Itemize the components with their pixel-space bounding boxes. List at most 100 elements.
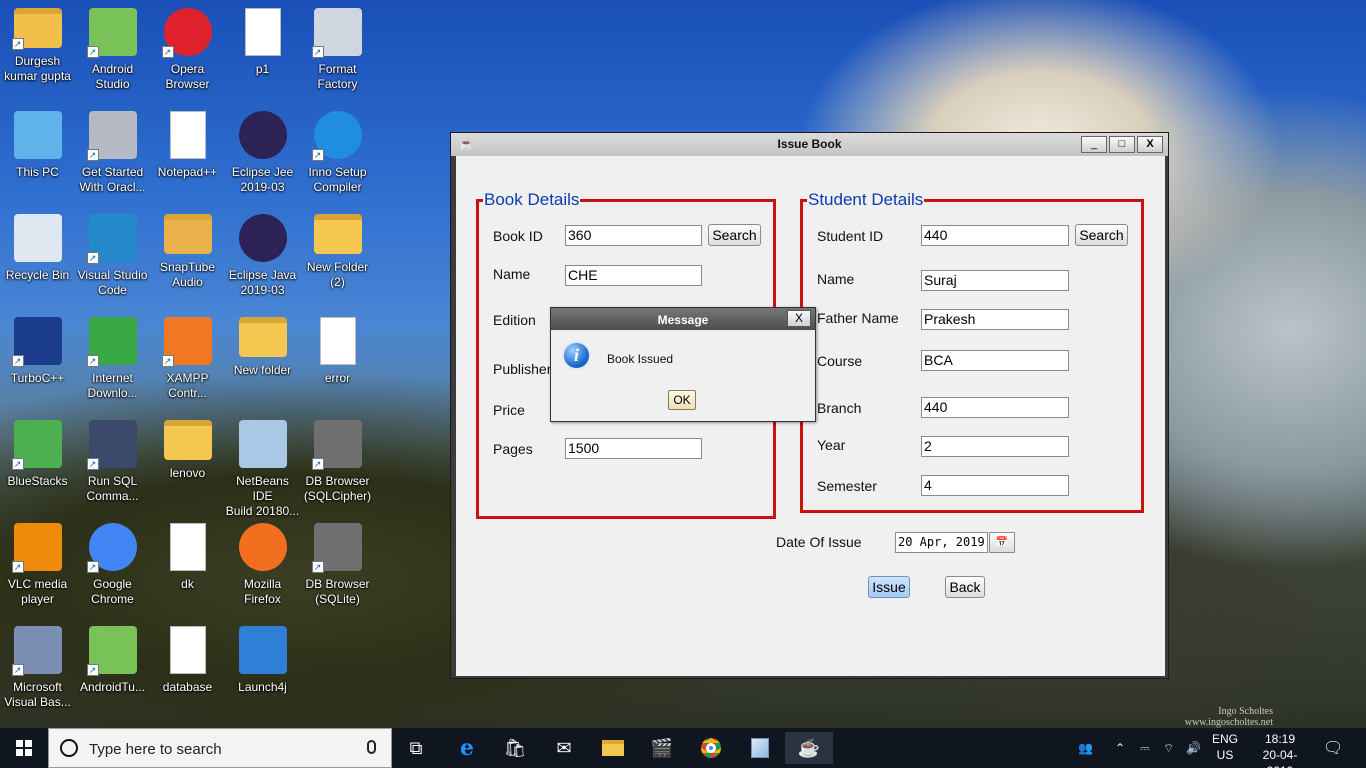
- issue-button[interactable]: Issue: [868, 576, 910, 598]
- desktop-icon[interactable]: This PC: [0, 111, 75, 180]
- desktop-icon-label: Eclipse Jee 2019-03: [231, 165, 294, 194]
- desktop-icon[interactable]: Launch4j: [225, 626, 300, 695]
- shortcut-arrow-icon: ↗: [86, 252, 99, 264]
- desktop-icon-label: Launch4j: [238, 680, 287, 694]
- wifi-icon[interactable]: ⌔: [1163, 728, 1174, 768]
- taskbar-search-box[interactable]: Type here to search: [48, 728, 392, 768]
- student-search-button[interactable]: Search: [1075, 224, 1128, 246]
- shortcut-arrow-icon: ↗: [11, 355, 24, 367]
- book-details-legend: Book Details: [483, 190, 581, 210]
- desktop-icon[interactable]: ↗ Inno Setup Compiler: [300, 111, 375, 195]
- desktop-icon[interactable]: New Folder (2): [300, 214, 375, 290]
- search-icon: [60, 739, 78, 757]
- show-hidden-icons-chevron-icon[interactable]: ⌃: [1115, 728, 1125, 768]
- desktop-icon-label: Notepad++: [157, 165, 218, 179]
- desktop-icon-label: dk: [181, 577, 194, 591]
- student-id-field[interactable]: 440: [921, 225, 1069, 246]
- desktop-icon-label: TurboC++: [10, 371, 65, 385]
- taskbar-store[interactable]: 🛍: [491, 732, 539, 764]
- taskbar-movies[interactable]: 🎬: [638, 732, 686, 764]
- desktop-icon[interactable]: lenovo: [150, 420, 225, 481]
- taskbar-clock[interactable]: 18:19 20-04-2019: [1252, 731, 1308, 768]
- desktop-icon[interactable]: ↗ Durgesh kumar gupta: [0, 8, 75, 84]
- taskbar-file-explorer[interactable]: [589, 732, 637, 764]
- message-dialog: Message X i Book Issued OK: [550, 307, 816, 422]
- desktop-icon[interactable]: ↗ TurboC++: [0, 317, 75, 386]
- document-icon: [169, 523, 206, 571]
- desktop-icon[interactable]: dk: [150, 523, 225, 592]
- desktop-icon[interactable]: ↗ Internet Downlo...: [75, 317, 150, 401]
- book-id-field[interactable]: 360: [565, 225, 702, 246]
- calendar-button[interactable]: 📅: [989, 532, 1015, 553]
- desktop-icon[interactable]: SnapTube Audio: [150, 214, 225, 290]
- pages-field[interactable]: 1500: [565, 438, 702, 459]
- ok-button[interactable]: OK: [668, 390, 696, 410]
- calendar-icon: 📅: [995, 537, 1009, 548]
- desktop-icon[interactable]: ↗ Get Started With Oracl...: [75, 111, 150, 195]
- desktop-icon-label: DB Browser (SQLCipher): [303, 474, 372, 503]
- taskbar-chrome[interactable]: [687, 732, 735, 764]
- desktop-icon[interactable]: ↗ XAMPP Contr...: [150, 317, 225, 401]
- desktop-icon[interactable]: error: [300, 317, 375, 386]
- notifications-icon[interactable]: 🗨: [1323, 728, 1343, 768]
- minimize-button[interactable]: _: [1081, 136, 1107, 153]
- dialog-title-bar[interactable]: Message X: [551, 308, 815, 330]
- window-title-bar[interactable]: ☕ Issue Book _ □ X: [451, 133, 1168, 156]
- desktop-icon[interactable]: ↗ Opera Browser: [150, 8, 225, 92]
- branch-field[interactable]: 440: [921, 397, 1069, 418]
- taskbar-java-app[interactable]: ☕: [785, 732, 833, 764]
- desktop-icon-label: Eclipse Java 2019-03: [228, 268, 297, 297]
- desktop-icon-label: Mozilla Firefox: [243, 577, 282, 606]
- desktop-icon[interactable]: Eclipse Jee 2019-03: [225, 111, 300, 195]
- desktop-icon-label: Android Studio: [91, 62, 134, 91]
- back-button[interactable]: Back: [945, 576, 985, 598]
- desktop-icon-label: This PC: [16, 165, 59, 179]
- book-name-field[interactable]: CHE: [565, 265, 702, 286]
- semester-field[interactable]: 4: [921, 475, 1069, 496]
- father-name-field[interactable]: Prakesh: [921, 309, 1069, 330]
- desktop-icon[interactable]: Eclipse Java 2019-03: [225, 214, 300, 298]
- desktop-icon[interactable]: ↗ AndroidTu...: [75, 626, 150, 695]
- desktop-icon[interactable]: ↗ DB Browser (SQLite): [300, 523, 375, 607]
- maximize-button[interactable]: □: [1109, 136, 1135, 153]
- desktop-icon[interactable]: ↗ Android Studio: [75, 8, 150, 92]
- volume-icon[interactable]: 🔊: [1186, 728, 1201, 768]
- desktop-icon[interactable]: ↗ Run SQL Comma...: [75, 420, 150, 504]
- people-icon[interactable]: 👥: [1078, 728, 1093, 768]
- desktop-icon[interactable]: ↗ Google Chrome: [75, 523, 150, 607]
- year-field[interactable]: 2: [921, 436, 1069, 457]
- desktop-icon[interactable]: NetBeans IDE Build 20180...: [225, 420, 300, 519]
- book-search-button[interactable]: Search: [708, 224, 761, 246]
- student-name-field[interactable]: Suraj: [921, 270, 1069, 291]
- date-of-issue-field[interactable]: 20 Apr, 2019: [895, 532, 988, 553]
- desktop-icon[interactable]: ↗ DB Browser (SQLCipher): [300, 420, 375, 504]
- dialog-close-button[interactable]: X: [787, 310, 811, 327]
- taskbar-mail[interactable]: ✉: [540, 732, 588, 764]
- inno-setup-icon: ↗: [311, 111, 362, 161]
- close-button[interactable]: X: [1137, 136, 1163, 153]
- desktop-icon[interactable]: p1: [225, 8, 300, 77]
- desktop-icon[interactable]: ↗ Microsoft Visual Bas...: [0, 626, 75, 710]
- taskbar-netbeans[interactable]: [736, 732, 784, 764]
- desktop-icon[interactable]: ↗ VLC media player: [0, 523, 75, 607]
- desktop-icon[interactable]: database: [150, 626, 225, 695]
- desktop-icon[interactable]: ↗ Format Factory: [300, 8, 375, 92]
- desktop-icon[interactable]: Recycle Bin: [0, 214, 75, 283]
- chrome-icon: ↗: [86, 523, 137, 573]
- course-field[interactable]: BCA: [921, 350, 1069, 371]
- desktop-icon[interactable]: Notepad++: [150, 111, 225, 180]
- database-icon: ↗: [311, 523, 362, 573]
- desktop-icon-label: Google Chrome: [91, 577, 134, 606]
- desktop-icon[interactable]: ↗ BlueStacks: [0, 420, 75, 489]
- desktop-icon[interactable]: New folder: [225, 317, 300, 378]
- format-factory-icon: ↗: [311, 8, 362, 58]
- microphone-icon[interactable]: [367, 740, 376, 754]
- start-button[interactable]: [0, 728, 48, 768]
- task-view-button[interactable]: ⧉: [392, 732, 440, 764]
- desktop-icon[interactable]: Mozilla Firefox: [225, 523, 300, 607]
- input-language-indicator[interactable]: ENG US: [1212, 731, 1238, 763]
- desktop-icon-label: error: [324, 371, 351, 385]
- taskbar-edge[interactable]: e: [443, 732, 491, 764]
- network-ethernet-icon[interactable]: ⎓: [1140, 728, 1150, 768]
- desktop-icon[interactable]: ↗ Visual Studio Code: [75, 214, 150, 298]
